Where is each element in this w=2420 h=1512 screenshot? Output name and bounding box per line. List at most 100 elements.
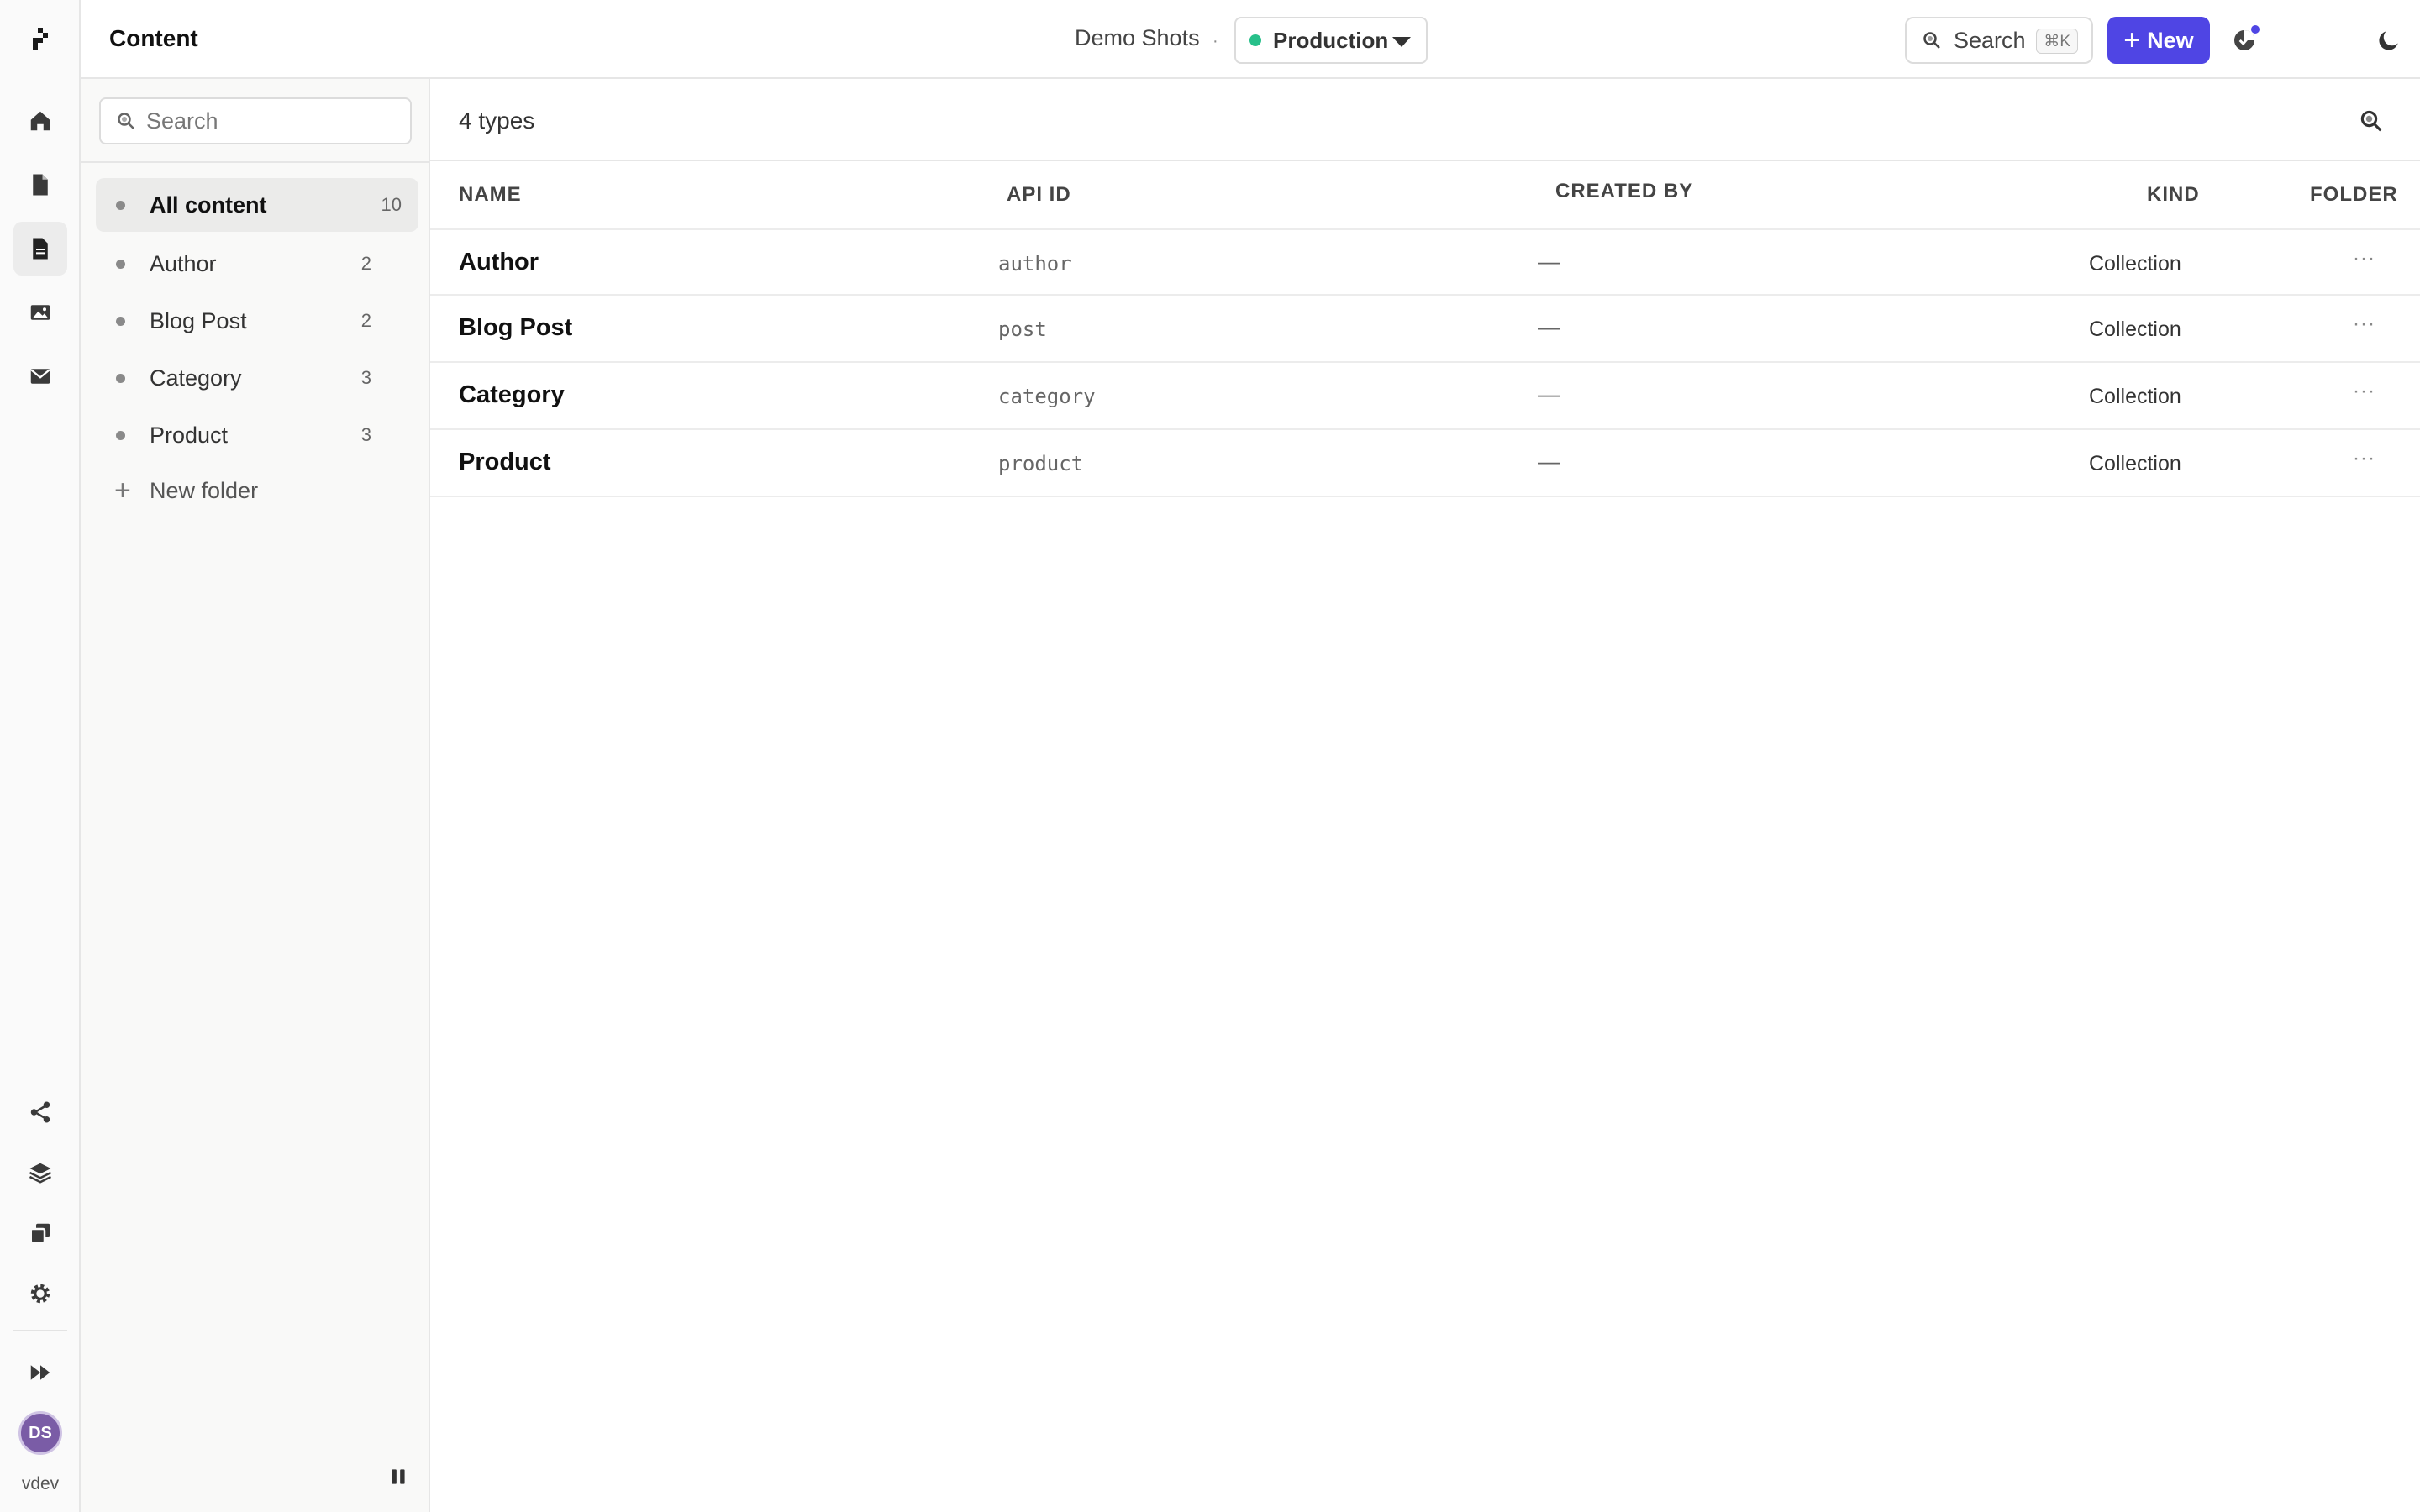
- rail-item-copy[interactable]: [13, 1206, 67, 1260]
- folder-count: 3: [360, 367, 371, 388]
- rail-item-home[interactable]: [13, 94, 67, 148]
- type-api-id: product: [998, 452, 1084, 475]
- row-more-button[interactable]: ···: [2353, 380, 2375, 403]
- share-icon: [30, 1101, 50, 1123]
- folder-dot: [116, 201, 125, 210]
- search-icon: [2360, 110, 2382, 132]
- type-api-id: category: [998, 385, 1096, 408]
- document-icon: [33, 174, 48, 196]
- folder-label: All content: [150, 192, 267, 218]
- environment-label: Production: [1273, 27, 1389, 53]
- folder-count: 10: [381, 194, 402, 215]
- column-header-name[interactable]: NAME: [459, 183, 522, 207]
- folder-count: 2: [360, 253, 371, 274]
- logo[interactable]: [13, 12, 67, 66]
- column-header-created-by[interactable]: CREATED BY: [1555, 180, 1693, 203]
- workspace-separator: ·: [1213, 32, 1218, 50]
- column-header-api-id[interactable]: API ID: [1007, 183, 1071, 207]
- moon-icon: [2379, 31, 2398, 50]
- notifications-button[interactable]: [2221, 17, 2268, 64]
- table-row[interactable]: Category category — Collection ···: [430, 363, 2420, 430]
- type-created-by: —: [1538, 249, 1560, 274]
- content-icon: [33, 238, 48, 260]
- gear-icon: [30, 1284, 50, 1304]
- new-label: New: [2147, 27, 2194, 53]
- layers-icon: [29, 1163, 52, 1184]
- type-created-by: —: [1538, 449, 1560, 474]
- pause-icon: [392, 1469, 405, 1484]
- top-bar: Content Demo Shots · Production Search ⌘…: [81, 0, 2420, 79]
- folder-blog-post[interactable]: Blog Post 2: [96, 294, 418, 348]
- rail-item-settings[interactable]: [13, 1267, 67, 1320]
- table-row[interactable]: Blog Post post — Collection ···: [430, 296, 2420, 363]
- rail-item-mail[interactable]: [13, 349, 67, 403]
- type-created-by: —: [1538, 314, 1560, 339]
- plus-icon: +: [114, 475, 131, 507]
- row-more-button[interactable]: ···: [2353, 447, 2375, 470]
- type-kind: Collection: [2089, 318, 2181, 341]
- avatar[interactable]: DS: [18, 1411, 62, 1455]
- folder-product[interactable]: Product 3: [96, 408, 418, 462]
- caret-down-icon: [1392, 37, 1411, 47]
- new-folder-button[interactable]: + New folder: [114, 474, 258, 507]
- folder-author[interactable]: Author 2: [96, 237, 418, 291]
- type-created-by: —: [1538, 381, 1560, 407]
- notification-badge: [2249, 24, 2261, 35]
- search-shortcut: ⌘K: [2036, 29, 2078, 54]
- sidebar-search-input[interactable]: [146, 108, 398, 134]
- copy-icon: [29, 1223, 50, 1244]
- new-button[interactable]: + New: [2107, 17, 2210, 64]
- row-more-button[interactable]: ···: [2353, 247, 2375, 270]
- folder-dot: [116, 431, 125, 440]
- sidebar-divider: [81, 161, 429, 163]
- environment-select[interactable]: Production: [1234, 17, 1428, 64]
- type-name[interactable]: Product: [459, 449, 551, 476]
- rail-item-share[interactable]: [13, 1085, 67, 1139]
- folder-label: Category: [150, 365, 242, 391]
- folder-dot: [116, 260, 125, 269]
- global-search-button[interactable]: Search ⌘K: [1905, 17, 2093, 64]
- theme-toggle[interactable]: [2365, 17, 2412, 64]
- folder-category[interactable]: Category 3: [96, 351, 418, 405]
- folder-count: 3: [360, 424, 371, 445]
- column-header-folder[interactable]: FOLDER: [2310, 183, 2398, 207]
- folder-dot: [116, 374, 125, 383]
- column-header-kind[interactable]: KIND: [2147, 183, 2200, 207]
- type-name[interactable]: Author: [459, 249, 539, 276]
- table-search-button[interactable]: [2356, 106, 2386, 136]
- table-divider: [430, 160, 2420, 161]
- search-label: Search: [1954, 27, 2026, 53]
- type-kind: Collection: [2089, 385, 2181, 408]
- rail-divider: [13, 1330, 67, 1331]
- rail-item-content[interactable]: [13, 222, 67, 276]
- rail-item-layers[interactable]: [13, 1146, 67, 1200]
- folder-sidebar: All content 10 Author 2 Blog Post 2 Cate…: [81, 79, 430, 1512]
- image-icon: [30, 305, 50, 320]
- rail-item-media[interactable]: [13, 286, 67, 339]
- types-count: 4 types: [459, 108, 535, 134]
- table-row[interactable]: Author author — Collection ···: [430, 228, 2420, 296]
- collapse-sidebar-button[interactable]: [385, 1463, 412, 1490]
- folder-label: Author: [150, 250, 217, 276]
- folder-label: Blog Post: [150, 307, 247, 333]
- page-title: Content: [109, 25, 198, 51]
- table-row[interactable]: Product product — Collection ···: [430, 430, 2420, 497]
- search-icon: [1923, 32, 1940, 49]
- rail-item-expand[interactable]: [13, 1346, 67, 1399]
- plus-icon: +: [2123, 24, 2141, 56]
- new-folder-label: New folder: [150, 477, 259, 503]
- username: vdev: [21, 1474, 60, 1494]
- type-name[interactable]: Category: [459, 381, 565, 409]
- rail-item-documents[interactable]: [13, 158, 67, 212]
- mail-icon: [30, 369, 50, 384]
- type-api-id: author: [998, 252, 1071, 276]
- folder-all-content[interactable]: All content 10: [96, 178, 418, 232]
- folder-count: 2: [360, 310, 371, 331]
- type-name[interactable]: Blog Post: [459, 314, 572, 342]
- row-more-button[interactable]: ···: [2353, 312, 2375, 336]
- environment-status-dot: [1249, 34, 1261, 46]
- workspace-name[interactable]: Demo Shots: [1075, 25, 1200, 51]
- sidebar-search[interactable]: [99, 97, 412, 144]
- content-types-panel: 4 types NAME API ID CREATED BY KIND FOLD…: [430, 79, 2420, 1512]
- icon-rail: DS vdev: [0, 0, 81, 1512]
